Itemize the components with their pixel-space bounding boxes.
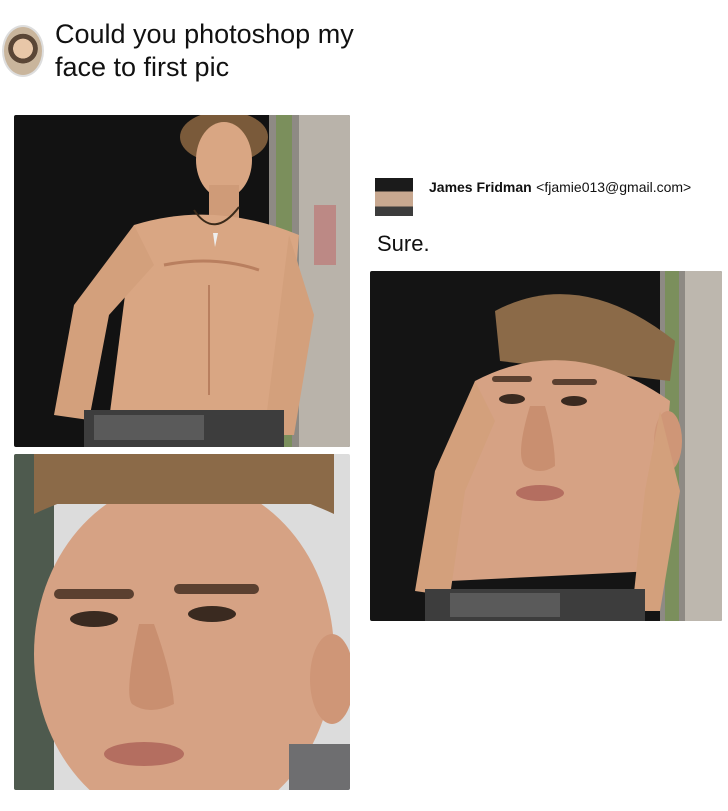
- question-line-1: Could you photoshop my: [55, 19, 354, 49]
- sender-email: <fjamie013@gmail.com>: [536, 179, 692, 195]
- original-body-photo: [14, 115, 350, 447]
- replier-avatar: [375, 178, 413, 216]
- question-text: Could you photoshop my face to first pic: [55, 18, 385, 84]
- reply-text: Sure.: [377, 231, 430, 256]
- poster-avatar: [2, 25, 44, 77]
- sender-name: James Fridman: [429, 179, 532, 195]
- question-line-2: face to first pic: [55, 52, 230, 82]
- sender-line: James Fridman <fjamie013@gmail.com>: [429, 179, 724, 197]
- edited-result-photo: [370, 271, 722, 621]
- face-photo: [14, 454, 350, 790]
